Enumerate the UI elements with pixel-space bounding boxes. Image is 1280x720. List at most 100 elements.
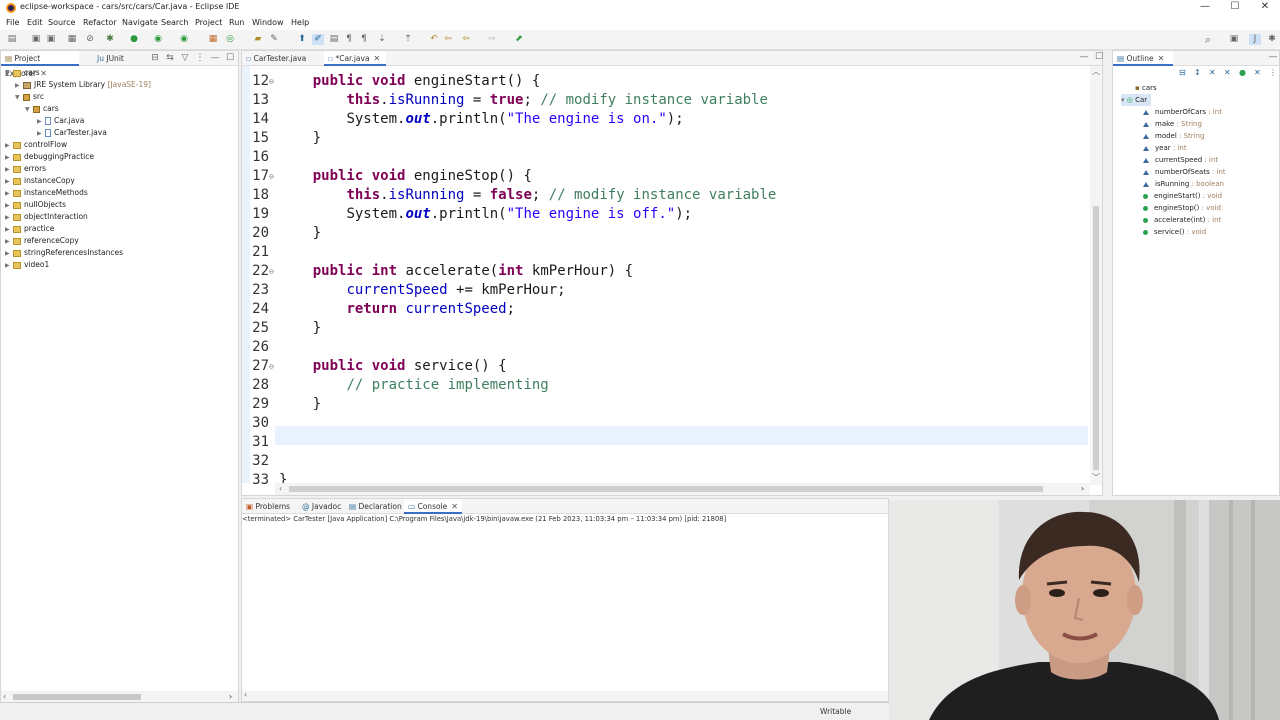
minimize-button[interactable]: — <box>1190 0 1220 15</box>
hide-local-types-icon[interactable]: ✕ <box>1254 68 1261 77</box>
scroll-down-icon[interactable]: ﹀ <box>1092 472 1100 483</box>
show-whitespace-icon[interactable]: ¶ <box>343 34 355 45</box>
back-history-icon[interactable]: ⇦ <box>460 34 472 45</box>
last-edit-icon[interactable]: ↶ <box>428 34 440 45</box>
outline-member[interactable]: model : String <box>1143 130 1205 142</box>
menu-run[interactable]: Run <box>229 18 244 27</box>
fold-icon[interactable]: ⊖ <box>269 167 274 186</box>
close-tab-icon[interactable]: ✕ <box>1158 54 1165 63</box>
tab-cartester-java[interactable]: ▫ CarTester.java <box>242 51 322 66</box>
tree-item-debuggingpractice[interactable]: ▶ debuggingPractice <box>5 151 94 163</box>
link-editor-icon[interactable]: ⇆ <box>164 53 176 64</box>
forward-icon[interactable]: ⇨ <box>486 34 498 45</box>
close-button[interactable]: ✕ <box>1250 0 1280 15</box>
tree-item-practice[interactable]: ▶ practice <box>5 223 54 235</box>
tree-item-jre[interactable]: ▶ JRE System Library [JavaSE-19] <box>15 79 151 91</box>
menu-window[interactable]: Window <box>252 18 284 27</box>
fold-icon[interactable]: ⊖ <box>269 357 274 376</box>
outline-class[interactable]: ▾ ◎ Car <box>1121 94 1151 106</box>
menu-search[interactable]: Search <box>161 18 188 27</box>
view-menu-icon[interactable]: ⋮ <box>1269 68 1277 77</box>
menu-edit[interactable]: Edit <box>27 18 43 27</box>
minimize-editor-icon[interactable]: — <box>1078 52 1090 63</box>
skip-breakpoints-icon[interactable]: ⊘ <box>84 34 96 45</box>
tree-item-referencecopy[interactable]: ▶ referenceCopy <box>5 235 79 247</box>
console-horizontal-scrollbar[interactable]: ‹ <box>242 690 888 701</box>
hide-static-icon[interactable]: ✕ <box>1224 68 1231 77</box>
editor-horizontal-scrollbar[interactable]: ‹ › <box>275 483 1090 495</box>
outline-member[interactable]: year : int <box>1143 142 1187 154</box>
tree-item-stringreferencesinstances[interactable]: ▶ stringReferencesInstances <box>5 247 123 259</box>
maximize-button[interactable]: ☐ <box>1220 0 1250 15</box>
scroll-right-icon[interactable]: › <box>229 692 232 701</box>
editor-vertical-scrollbar[interactable]: ︿ ﹀ <box>1090 66 1102 485</box>
back-icon[interactable]: ⇦ <box>442 34 454 45</box>
scroll-left-icon[interactable]: ‹ <box>279 484 282 493</box>
outline-member[interactable]: service() : void <box>1143 226 1206 238</box>
paragraph-icon[interactable]: ¶ <box>358 34 370 45</box>
tab-problems[interactable]: ▣ Problems <box>242 499 296 514</box>
minimize-view-icon[interactable]: — <box>209 53 221 64</box>
collapse-all-icon[interactable]: ⊟ <box>1179 68 1186 77</box>
maximize-editor-icon[interactable]: ☐ <box>1093 52 1105 63</box>
scroll-right-icon[interactable]: › <box>1081 484 1084 493</box>
toggle-mark-icon[interactable]: ⬆ <box>296 34 308 45</box>
code-area[interactable]: 12 ⊖ public void engineStart() { 13 this.… <box>242 72 1092 488</box>
tree-item-cars-package[interactable]: ▼ cars <box>25 103 59 115</box>
new-java-project-icon[interactable]: ▦ <box>207 34 219 45</box>
outline-package[interactable]: ▪ cars <box>1135 82 1157 94</box>
new-class-icon[interactable]: ◎ <box>224 34 236 45</box>
vertical-scrollbar-thumb[interactable] <box>1093 206 1099 470</box>
menu-navigate[interactable]: Navigate <box>122 18 158 27</box>
fold-icon[interactable]: ⊖ <box>269 72 274 91</box>
outline-member[interactable]: make : String <box>1143 118 1202 130</box>
save-icon[interactable]: ▣ <box>30 34 42 45</box>
run-icon[interactable]: ● <box>128 34 140 45</box>
terminal-icon[interactable]: ▦ <box>66 34 78 45</box>
close-tab-icon[interactable]: ✕ <box>40 69 47 78</box>
menu-file[interactable]: File <box>6 18 19 27</box>
debug-icon[interactable]: ✱ <box>104 34 116 45</box>
close-tab-icon[interactable]: ✕ <box>374 54 381 63</box>
scroll-left-icon[interactable]: ‹ <box>3 692 6 701</box>
block-selection-icon[interactable]: ▤ <box>328 34 340 45</box>
tab-outline[interactable]: ▤ Outline ✕ <box>1113 51 1173 66</box>
tab-project-explorer[interactable]: ▤ Project Explorer✕ <box>1 51 79 78</box>
tab-junit[interactable]: Ju JUnit <box>93 51 133 66</box>
scrollbar-thumb[interactable] <box>13 694 141 700</box>
open-type-icon[interactable]: ▰ <box>252 34 264 45</box>
tree-item-cars-project[interactable]: ▼ cars <box>5 67 40 79</box>
search-tool-icon[interactable]: ✎ <box>268 34 280 45</box>
prev-annotation-icon[interactable]: ⇡ <box>402 34 414 45</box>
coverage-icon[interactable]: ◉ <box>152 34 164 45</box>
outline-member[interactable]: numberOfCars : int <box>1143 106 1222 118</box>
external-tools-icon[interactable]: ◉ <box>178 34 190 45</box>
tab-declaration[interactable]: ▤ Declaration <box>345 499 403 514</box>
outline-member[interactable]: isRunning : boolean <box>1143 178 1224 190</box>
filter-icon[interactable]: ▽ <box>179 53 191 64</box>
outline-member[interactable]: engineStart() : void <box>1143 190 1222 202</box>
new-icon[interactable]: ▤ <box>6 34 18 45</box>
horizontal-scrollbar-thumb[interactable] <box>289 486 1043 492</box>
hide-fields-icon[interactable]: ✕ <box>1209 68 1216 77</box>
collapse-all-icon[interactable]: ⊟ <box>149 53 161 64</box>
tree-item-video1[interactable]: ▶ video1 <box>5 259 49 271</box>
outline-member[interactable]: numberOfSeats : int <box>1143 166 1226 178</box>
save-all-icon[interactable]: ▣ <box>45 34 57 45</box>
sort-icon[interactable]: ↕ <box>1194 68 1201 77</box>
tab-javadoc[interactable]: @ Javadoc <box>298 499 344 514</box>
hide-nonpublic-icon[interactable]: ● <box>1239 68 1246 77</box>
tree-item-car-java[interactable]: ▶ Car.java <box>37 115 84 127</box>
open-perspective-icon[interactable]: ▣ <box>1228 34 1240 45</box>
tab-console[interactable]: ▭ Console ✕ <box>404 499 462 514</box>
tree-item-objectinteraction[interactable]: ▶ objectInteraction <box>5 211 88 223</box>
maximize-view-icon[interactable]: ☐ <box>224 53 236 64</box>
outline-member[interactable]: engineStop() : void <box>1143 202 1221 214</box>
pin-editor-icon[interactable]: ⬈ <box>513 34 525 45</box>
menu-project[interactable]: Project <box>195 18 222 27</box>
highlight-occurrences-icon[interactable]: ✐ <box>312 34 324 45</box>
scroll-up-icon[interactable]: ︿ <box>1092 66 1100 77</box>
close-tab-icon[interactable]: ✕ <box>451 502 458 511</box>
tree-item-nullobjects[interactable]: ▶ nullObjects <box>5 199 66 211</box>
next-annotation-icon[interactable]: ⇣ <box>376 34 388 45</box>
